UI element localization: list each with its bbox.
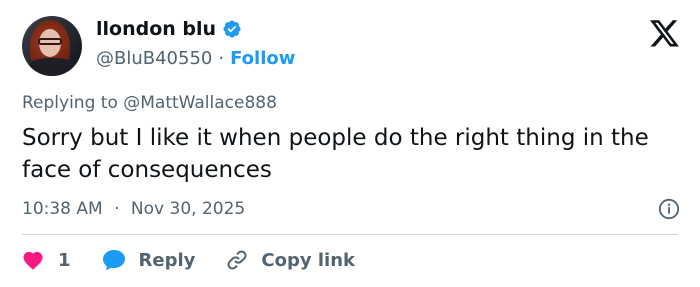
separator-dot: · [218, 48, 225, 69]
like-count: 1 [58, 249, 71, 271]
x-logo-icon[interactable] [650, 20, 680, 48]
avatar[interactable] [22, 16, 82, 76]
handle-row: @BluB40550 · Follow [96, 48, 295, 69]
avatar-glasses [38, 38, 62, 45]
copy-link-button[interactable]: Copy link [225, 248, 355, 272]
verified-badge-icon [222, 19, 242, 39]
display-name[interactable]: llondon blu [96, 18, 216, 40]
tweet-timestamp[interactable]: 10:38 AM · Nov 30, 2025 [22, 199, 245, 219]
copy-link-label: Copy link [261, 249, 355, 271]
action-bar: 1 Reply Copy link [22, 246, 355, 274]
link-icon [225, 248, 249, 272]
replying-to-line: Replying to @MattWallace888 [22, 93, 277, 113]
info-icon[interactable] [658, 198, 680, 220]
speech-bubble-icon [101, 248, 127, 272]
reply-button[interactable]: Reply [101, 248, 196, 272]
replying-to-prefix: Replying to [22, 93, 118, 113]
tweet-time: 10:38 AM [22, 199, 103, 219]
handle[interactable]: @BluB40550 [96, 48, 212, 69]
tweet-date: Nov 30, 2025 [130, 199, 246, 219]
heart-icon [22, 250, 44, 270]
divider [22, 234, 678, 235]
like-button[interactable]: 1 [22, 250, 71, 271]
reply-mention-link[interactable]: @MattWallace888 [123, 93, 277, 113]
tweet-text: Sorry but I like it when people do the r… [22, 125, 649, 183]
reply-label: Reply [138, 249, 196, 271]
avatar-body [28, 58, 76, 76]
follow-button[interactable]: Follow [230, 48, 295, 69]
tweet-header: llondon blu @BluB40550 · Follow [22, 16, 682, 80]
separator-dot: · [114, 199, 120, 219]
name-row: llondon blu [96, 18, 242, 40]
